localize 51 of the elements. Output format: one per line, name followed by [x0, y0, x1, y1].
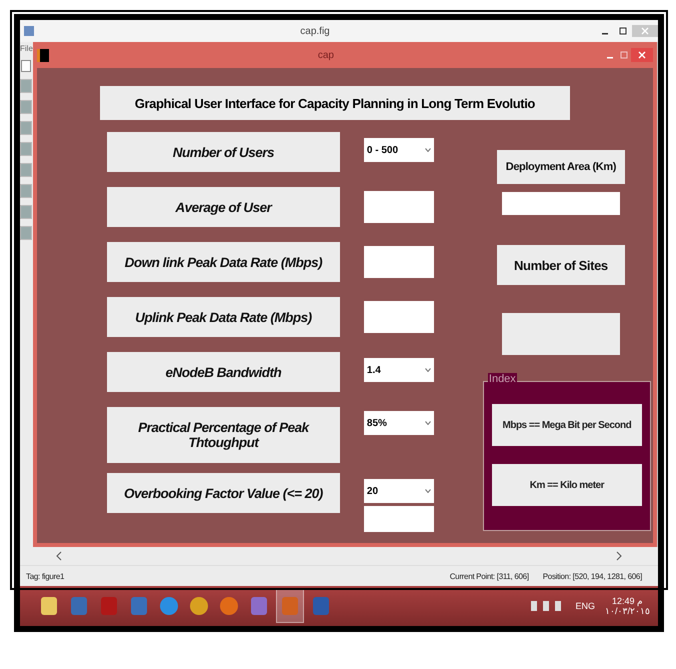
field-label: Number of Users	[106, 132, 340, 172]
new-file-icon[interactable]	[21, 60, 32, 72]
palette-tool-icon[interactable]	[20, 205, 32, 219]
panel-title: Index	[488, 373, 517, 385]
caret-icon	[424, 368, 431, 372]
field-label: Overbooking Factor Value (<= 20)	[106, 473, 340, 513]
field-label: eNodeB Bandwidth	[106, 352, 340, 392]
palette-tool-icon[interactable]	[20, 163, 32, 177]
legend-button[interactable]: Mbps == Mega Bit per Second	[492, 404, 642, 446]
clock-time[interactable]: 12:49 م	[612, 596, 643, 606]
legend-button[interactable]: Km == Kilo meter	[492, 464, 642, 506]
input-field[interactable]	[502, 192, 620, 215]
menu-item[interactable]: File	[20, 44, 33, 53]
status-tag: Tag: figure1	[26, 572, 64, 580]
dropdown[interactable]: 20	[364, 479, 434, 503]
close-button[interactable]	[630, 48, 653, 62]
field-label: Down link Peak Data Rate (Mbps)	[106, 242, 340, 282]
heading-label: Graphical User Interface for Capacity Planning in Long Term Evolutio	[100, 86, 570, 120]
input-field[interactable]	[364, 191, 434, 223]
dropdown[interactable]: 1.4	[364, 358, 434, 382]
palette-tool-icon[interactable]	[20, 184, 32, 198]
current-point: Current Point: [311, 606]	[450, 572, 529, 580]
window-icon	[24, 26, 34, 36]
input-field[interactable]	[364, 301, 434, 333]
palette-tool-icon[interactable]	[20, 121, 32, 135]
scroll-right-button[interactable]	[616, 551, 622, 561]
position-readout: Position: [520, 194, 1281, 606]	[542, 572, 642, 580]
input-field[interactable]	[364, 506, 434, 532]
matlab-icon	[36, 48, 49, 62]
scroll-left-button[interactable]	[56, 551, 62, 561]
deployment-area-button[interactable]: Deployment Area (Km)	[496, 150, 625, 184]
clock-date[interactable]: ١٠/٠٣/٢٠١٥	[604, 606, 650, 616]
dropdown[interactable]: 85%	[364, 411, 434, 435]
window-title: cap.fig	[299, 26, 331, 36]
field-label: Average of User	[106, 187, 340, 227]
caret-icon	[424, 148, 431, 152]
input-field[interactable]	[364, 246, 434, 278]
language-indicator[interactable]: ENG	[575, 601, 595, 611]
field-label: Practical Percentage of Peak Thtoughput	[106, 407, 340, 463]
dropdown[interactable]: 0 - 500	[364, 138, 434, 162]
caret-icon	[424, 489, 431, 493]
palette-tool-icon[interactable]	[20, 79, 32, 93]
vertical-scrollbar[interactable]	[656, 42, 658, 547]
figure-title: cap	[316, 50, 335, 60]
palette-tool-icon[interactable]	[20, 226, 32, 240]
taskbar-app-icon[interactable]	[276, 589, 304, 623]
palette-tool-icon[interactable]	[20, 142, 32, 156]
caret-icon	[424, 421, 431, 425]
palette-tool-icon[interactable]	[20, 100, 32, 114]
number-of-sites-button[interactable]: Number of Sites	[496, 245, 625, 285]
field-label: Uplink Peak Data Rate (Mbps)	[106, 297, 340, 337]
